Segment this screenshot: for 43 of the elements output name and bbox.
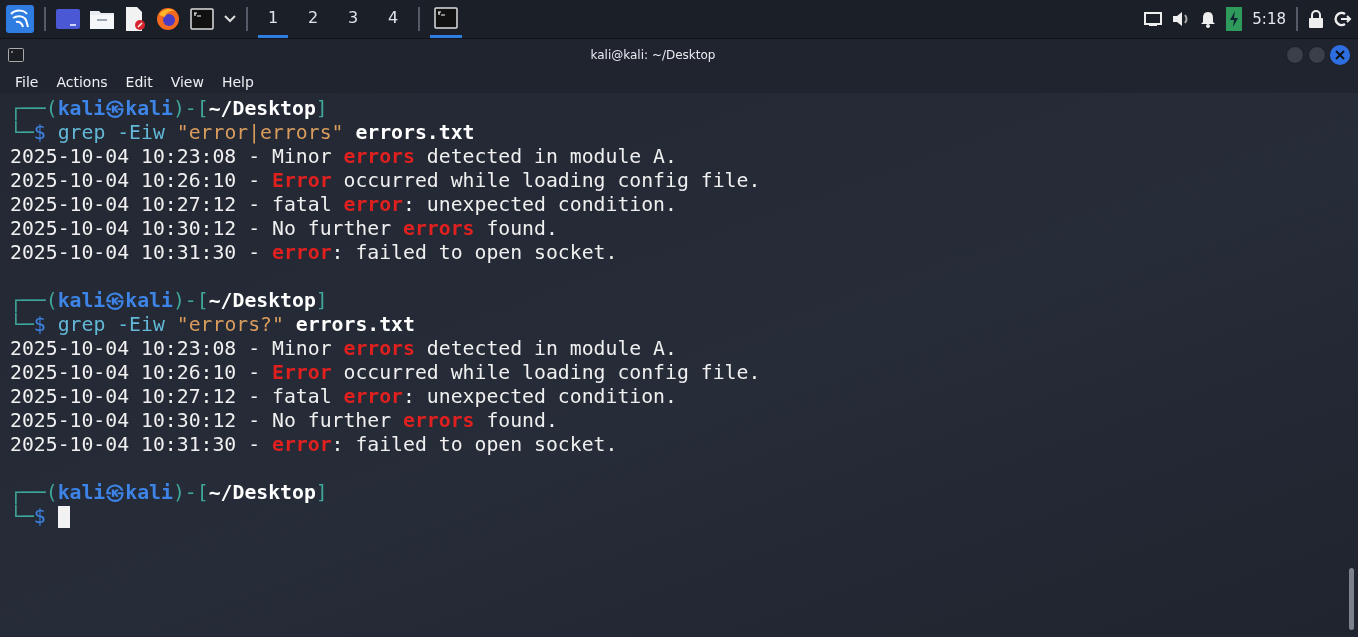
clock: 5:18 — [1252, 10, 1286, 28]
caret-icon[interactable] — [224, 15, 236, 23]
terminal-line: ┌──(kali㉿kali)-[~/Desktop] — [10, 97, 328, 120]
close-icon — [1335, 50, 1345, 60]
terminal-line: 2025-10-04 10:27:12 - fatal error: unexpected condition. — [10, 193, 677, 217]
terminal-line: 2025-10-04 10:23:08 - Minor errors detected in module A. — [10, 337, 677, 361]
logout-icon[interactable] — [1334, 11, 1352, 27]
document-icon[interactable] — [124, 7, 146, 31]
browser-icon[interactable] — [156, 7, 180, 31]
desktop-icon[interactable] — [56, 9, 80, 29]
workspace-tab[interactable]: 2 — [298, 0, 328, 38]
cursor — [57, 506, 70, 528]
terminal-line: 2025-10-04 10:26:10 - Error occurred while loading config file. — [10, 169, 761, 193]
close-button[interactable] — [1330, 45, 1350, 65]
terminal-line: 2025-10-04 10:27:12 - fatal error: unexpected condition. — [10, 385, 677, 409]
terminal-icon[interactable] — [190, 8, 214, 30]
terminal-line: ┌──(kali㉿kali)-[~/Desktop] — [10, 289, 328, 312]
terminal-line: 2025-10-04 10:31:30 - error: failed to open socket. — [10, 433, 618, 457]
workspace-tab[interactable]: 3 — [338, 0, 368, 38]
display-icon[interactable] — [1144, 11, 1163, 27]
workspace-tab[interactable]: 4 — [378, 0, 408, 38]
menu-item[interactable]: File — [6, 74, 48, 90]
folder-icon[interactable] — [90, 9, 114, 29]
terminal-line: ┌──(kali㉿kali)-[~/Desktop] — [10, 481, 328, 504]
scrollbar[interactable] — [1349, 568, 1354, 630]
menu-item[interactable]: Help — [212, 74, 263, 90]
menu-item[interactable]: Actions — [47, 74, 117, 90]
terminal-line: └─$ grep -Eiw "errors?" errors.txt — [10, 313, 415, 337]
bell-icon[interactable] — [1200, 10, 1217, 28]
battery-icon[interactable] — [1226, 7, 1243, 31]
terminal-line: 2025-10-04 10:30:12 - No further errors found. — [10, 409, 558, 433]
terminal-line: └─$ grep -Eiw "error|errors" errors.txt — [10, 121, 475, 145]
menu-item[interactable]: View — [161, 74, 213, 90]
terminal-icon — [434, 6, 458, 29]
window-title: kali@kali: ~/Desktop — [589, 48, 717, 62]
terminal-icon — [8, 48, 24, 62]
terminal-line: 2025-10-04 10:26:10 - Error occurred while loading config file. — [10, 361, 761, 385]
lock-icon[interactable] — [1308, 10, 1324, 28]
terminal-line: └─$ — [10, 505, 47, 529]
terminal-line: 2025-10-04 10:30:12 - No further errors found. — [10, 217, 558, 241]
terminal-line: 2025-10-04 10:31:30 - error: failed to open socket. — [10, 241, 618, 265]
menu-item[interactable]: Edit — [116, 74, 162, 90]
terminal-line: 2025-10-04 10:23:08 - Minor errors detected in module A. — [10, 145, 677, 169]
